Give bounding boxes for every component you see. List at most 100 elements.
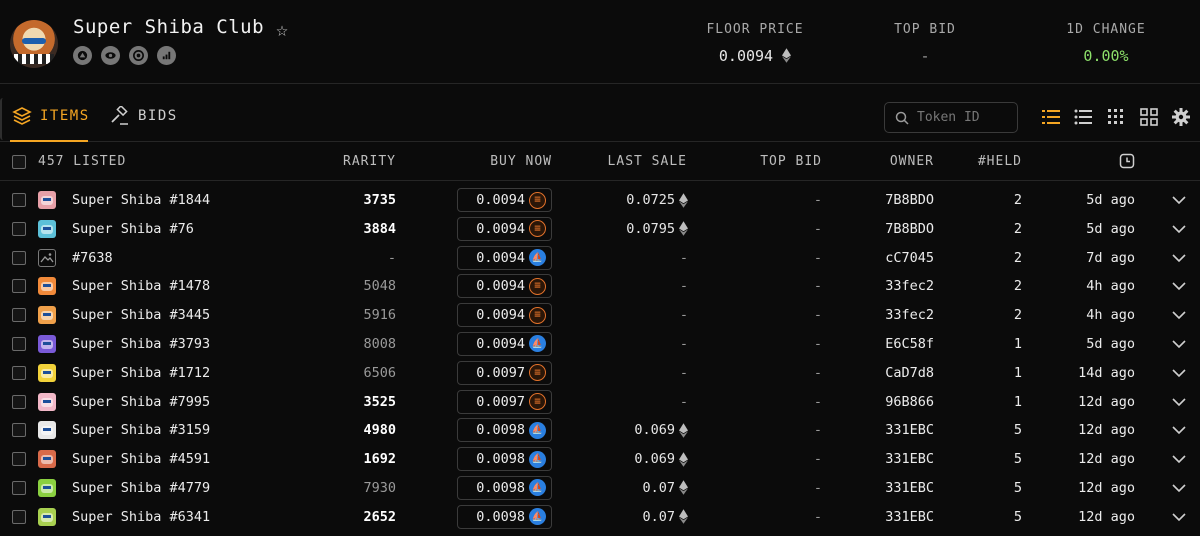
row-select-checkbox[interactable] [12,394,26,409]
token-id-input[interactable] [917,110,1009,125]
tab-items[interactable]: ITEMS [12,106,90,126]
table-row[interactable]: Super Shiba #4591 1692 0.0098 ⛵ 0.069 - 331EBC… [0,445,1200,474]
token-thumbnail[interactable] [38,191,56,209]
table-row[interactable]: Super Shiba #3159 4980 0.0098 ⛵ 0.069 - 331EBC… [0,416,1200,445]
token-thumbnail[interactable] [38,306,56,325]
token-name[interactable]: Super Shiba #1478 [72,278,210,294]
token-name[interactable]: Super Shiba #76 [72,221,194,237]
token-thumbnail[interactable] [38,421,56,440]
chevron-down-icon[interactable] [1172,338,1186,350]
row-select-checkbox[interactable] [12,365,26,380]
buy-now-button[interactable]: 0.0094 ≡ [457,216,552,241]
token-name[interactable]: #7638 [72,250,113,266]
token-thumbnail[interactable] [38,334,56,353]
owner-address[interactable]: cC7045 [885,250,934,266]
favorite-star-icon[interactable]: ☆ [276,17,288,41]
top-bid-column-header[interactable]: TOP BID [760,154,822,169]
token-name[interactable]: Super Shiba #1844 [72,192,210,208]
buy-now-button[interactable]: 0.0094 ≡ [457,188,552,212]
settings-button[interactable] [1171,107,1191,127]
rarity-column-header[interactable]: RARITY [343,154,396,169]
owner-address[interactable]: 331EBC [885,451,934,467]
token-thumbnail[interactable] [38,392,56,411]
token-thumbnail[interactable] [38,507,56,526]
website-link-icon[interactable] [73,46,92,65]
row-select-checkbox[interactable] [12,250,26,265]
owner-address[interactable]: E6C58f [885,336,934,352]
token-thumbnail[interactable] [38,478,56,497]
table-row[interactable]: #7638 - 0.0094 ⛵ - - cC7045 2 7d ago [0,244,1200,273]
buy-now-button[interactable]: 0.0098 ⛵ [457,475,552,500]
list-view-button[interactable] [1041,107,1061,127]
token-thumbnail[interactable] [38,363,56,382]
table-row[interactable]: Super Shiba #3445 5916 0.0094 ≡ - - 33fec2 2 4h … [0,301,1200,330]
listed-time-header[interactable] [1119,153,1135,173]
tab-bids[interactable]: BIDS [110,106,178,126]
chevron-down-icon[interactable] [1172,367,1186,379]
token-name[interactable]: Super Shiba #6341 [72,509,210,525]
token-thumbnail[interactable] [38,277,56,296]
table-row[interactable]: Super Shiba #6341 2652 0.0098 ⛵ 0.07 - 331EBC 5… [0,503,1200,532]
buy-now-button[interactable]: 0.0094 ≡ [457,303,552,328]
table-row[interactable]: Super Shiba #4779 7930 0.0098 ⛵ 0.07 - 331EBC 5… [0,474,1200,503]
owner-address[interactable]: 331EBC [885,509,934,525]
buy-now-button[interactable]: 0.0094 ⛵ [457,245,552,270]
last-sale-column-header[interactable]: LAST SALE [608,154,687,169]
row-select-checkbox[interactable] [12,480,26,495]
buy-now-button[interactable]: 0.0097 ≡ [457,360,552,385]
row-select-checkbox[interactable] [12,221,26,236]
target-link-icon[interactable] [129,46,148,65]
buy-now-column-header[interactable]: BUY NOW [490,154,552,169]
buy-now-button[interactable]: 0.0094 ⛵ [457,331,552,356]
row-select-checkbox[interactable] [12,193,26,207]
owner-address[interactable]: 96B866 [885,394,934,410]
owner-address[interactable]: 7B8BDO [885,192,934,208]
row-select-checkbox[interactable] [12,423,26,438]
token-name[interactable]: Super Shiba #3159 [72,422,210,438]
buy-now-button[interactable]: 0.0094 ≡ [457,274,552,299]
token-name[interactable]: Super Shiba #1712 [72,365,210,381]
owner-address[interactable]: 33fec2 [885,307,934,323]
detail-list-view-button[interactable] [1073,107,1093,127]
row-select-checkbox[interactable] [12,336,26,351]
token-name[interactable]: Super Shiba #7995 [72,394,210,410]
token-name[interactable]: Super Shiba #3445 [72,307,210,323]
table-row[interactable]: Super Shiba #3793 8008 0.0094 ⛵ - - E6C58f 1 5d … [0,330,1200,359]
row-select-checkbox[interactable] [12,308,26,323]
table-row[interactable]: Super Shiba #1478 5048 0.0094 ≡ - - 33fec2 2 4h … [0,272,1200,301]
buy-now-button[interactable]: 0.0098 ⛵ [457,418,552,443]
chevron-down-icon[interactable] [1172,511,1186,523]
small-grid-view-button[interactable] [1106,107,1126,127]
row-select-checkbox[interactable] [12,452,26,467]
table-row[interactable]: Super Shiba #7995 3525 0.0097 ≡ - - 96B866 1 12d… [0,388,1200,417]
token-name[interactable]: Super Shiba #4591 [72,451,210,467]
row-select-checkbox[interactable] [12,279,26,294]
collection-avatar[interactable] [10,20,58,68]
owner-address[interactable]: 331EBC [885,480,934,496]
buy-now-button[interactable]: 0.0098 ⛵ [457,447,552,472]
owner-address[interactable]: 331EBC [885,422,934,438]
owner-address[interactable]: 7B8BDO [885,221,934,237]
token-thumbnail[interactable] [38,450,56,469]
owner-address[interactable]: CaD7d8 [885,365,934,381]
select-all-checkbox[interactable] [12,155,26,169]
chevron-down-icon[interactable] [1172,309,1186,321]
held-column-header[interactable]: #HELD [978,154,1022,169]
owner-address[interactable]: 33fec2 [885,278,934,294]
eye-watch-icon[interactable] [101,46,120,65]
chevron-down-icon[interactable] [1172,424,1186,436]
analytics-chart-icon[interactable] [157,46,176,65]
chevron-down-icon[interactable] [1172,482,1186,494]
buy-now-button[interactable]: 0.0097 ≡ [457,389,552,414]
row-select-checkbox[interactable] [12,509,26,524]
table-row[interactable]: Super Shiba #1844 3735 0.0094 ≡ 0.0725 - 7B8BD… [0,186,1200,215]
chevron-down-icon[interactable] [1172,396,1186,408]
buy-now-button[interactable]: 0.0098 ⛵ [457,504,552,529]
chevron-down-icon[interactable] [1172,252,1186,264]
table-row[interactable]: Super Shiba #1712 6506 0.0097 ≡ - - CaD7d8 1 14d… [0,359,1200,388]
chevron-down-icon[interactable] [1172,453,1186,465]
token-name[interactable]: Super Shiba #4779 [72,480,210,496]
token-name[interactable]: Super Shiba #3793 [72,336,210,352]
chevron-down-icon[interactable] [1172,223,1186,235]
owner-column-header[interactable]: OWNER [890,154,934,169]
